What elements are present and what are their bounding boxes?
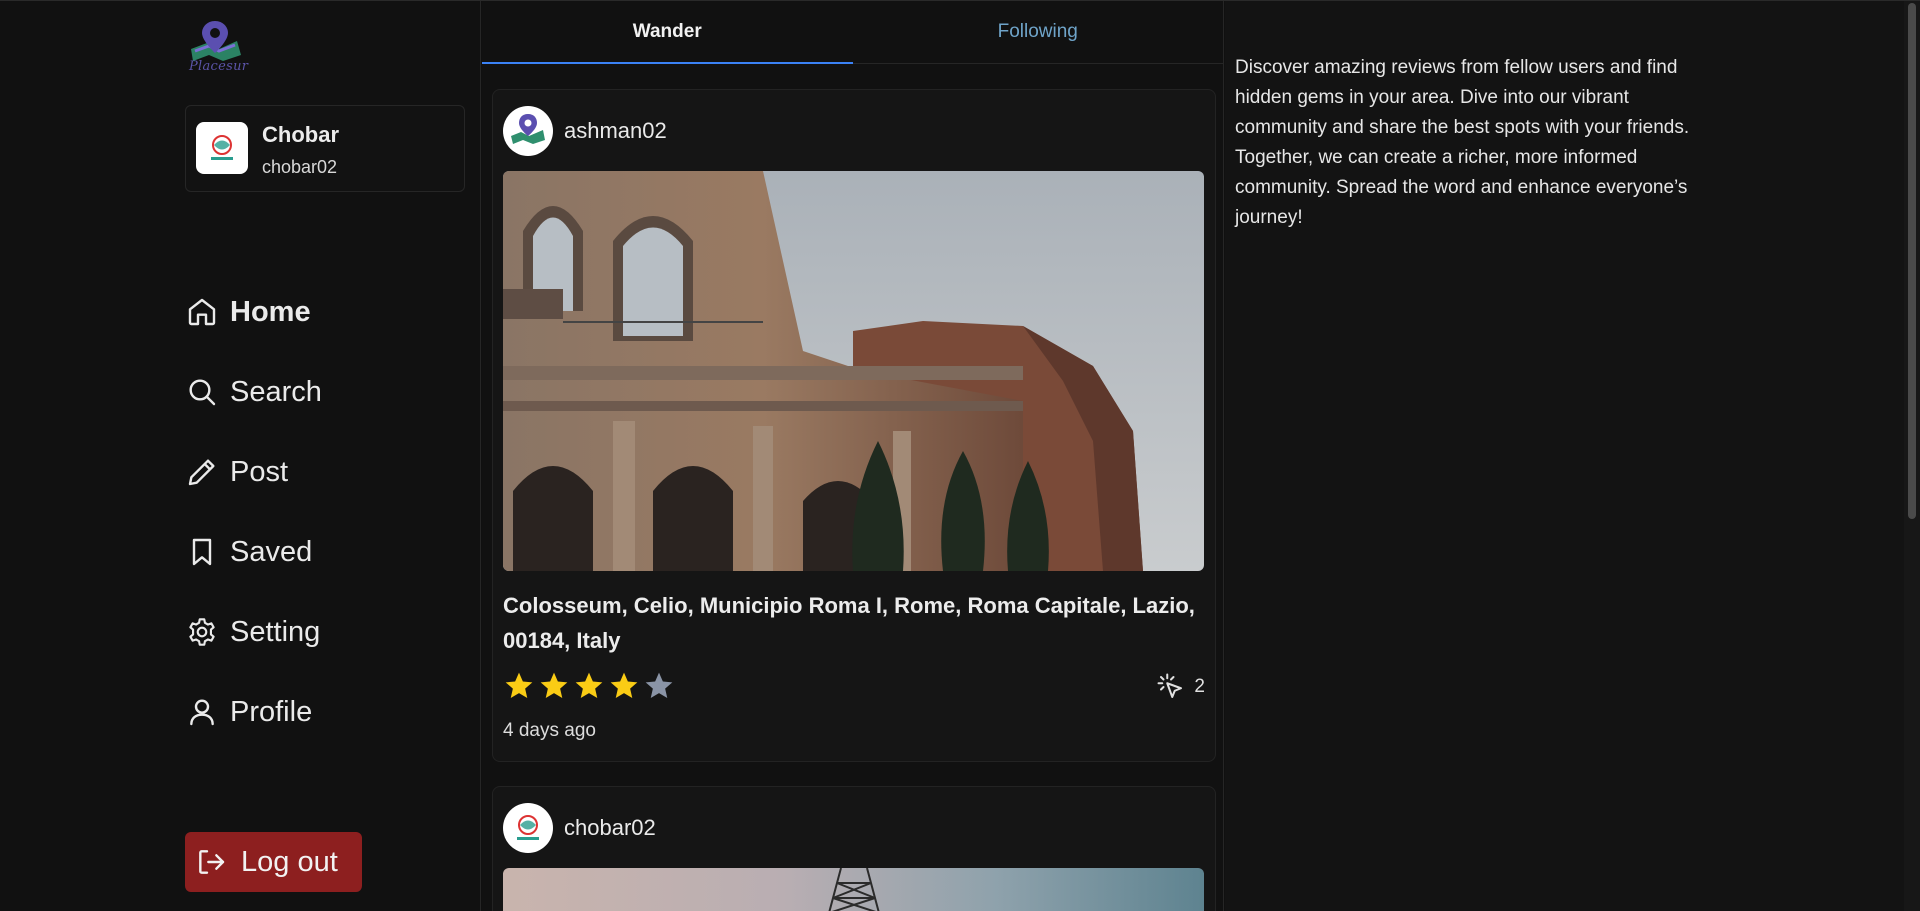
post-username[interactable]: ashman02 <box>564 118 667 144</box>
home-icon <box>185 295 219 329</box>
map-pin-logo-icon <box>191 21 241 61</box>
cursor-click-icon <box>1157 673 1183 698</box>
nav-item-profile[interactable]: Profile <box>185 688 465 736</box>
pencil-icon <box>185 455 219 489</box>
page-scrollbar[interactable] <box>1904 1 1920 911</box>
post-header: ashman02 <box>503 106 667 156</box>
nav-item-post[interactable]: Post <box>185 448 465 496</box>
rating-stars <box>503 670 678 702</box>
right-panel: Discover amazing reviews from fellow use… <box>1225 1 1904 911</box>
nav-item-search[interactable]: Search <box>185 368 465 416</box>
post-card[interactable]: ashman02 Colosseum, Celio, Municipio Rom… <box>492 89 1216 762</box>
post-image[interactable] <box>503 171 1204 571</box>
nav-item-home[interactable]: Home <box>185 288 465 336</box>
map-pin-logo-icon <box>511 114 545 144</box>
eiffel-tower-photo <box>828 868 880 911</box>
tab-wander[interactable]: Wander <box>482 1 853 64</box>
nav-label-setting: Setting <box>230 615 321 648</box>
colosseum-photo <box>503 171 1204 571</box>
nav-label-home: Home <box>230 295 311 328</box>
nav-label-profile: Profile <box>230 695 313 728</box>
logout-label: Log out <box>241 845 338 878</box>
community-description: Discover amazing reviews from fellow use… <box>1235 57 1690 228</box>
avatar[interactable] <box>503 106 553 156</box>
feed: Wander Following ashman02 Colosseum, Cel… <box>482 1 1224 911</box>
post-username[interactable]: chobar02 <box>564 815 656 841</box>
view-count-value: 2 <box>1194 676 1205 697</box>
main-nav: Home Search Post Saved Setting Profile <box>185 288 465 768</box>
avatar[interactable] <box>503 803 553 853</box>
sidebar: Placesur Chobar chobar02 Home Search Pos… <box>0 1 481 911</box>
logout-icon <box>195 845 229 879</box>
search-icon <box>185 375 219 409</box>
avatar-logo-icon <box>211 135 233 160</box>
post-card[interactable]: chobar02 <box>492 786 1216 911</box>
star-empty-icon <box>645 672 673 698</box>
nav-item-saved[interactable]: Saved <box>185 528 465 576</box>
post-timestamp: 4 days ago <box>503 720 596 741</box>
gear-icon <box>185 615 219 649</box>
avatar <box>196 122 248 174</box>
app-window: Placesur Chobar chobar02 Home Search Pos… <box>0 0 1920 911</box>
post-header: chobar02 <box>503 803 656 853</box>
nav-label-post: Post <box>230 455 289 488</box>
avatar-logo-icon <box>517 815 539 840</box>
bookmark-icon <box>185 535 219 569</box>
star-filled-icon <box>540 672 568 698</box>
post-image[interactable] <box>503 868 1204 911</box>
nav-item-setting[interactable]: Setting <box>185 608 465 656</box>
user-icon <box>185 695 219 729</box>
post-location: Colosseum, Celio, Municipio Roma I, Rome… <box>503 593 1195 653</box>
star-filled-icon <box>505 672 533 698</box>
nav-label-search: Search <box>230 375 322 408</box>
star-filled-icon <box>610 672 638 698</box>
user-name: Chobar <box>262 122 339 147</box>
scrollbar-thumb[interactable] <box>1908 3 1916 519</box>
star-filled-icon <box>575 672 603 698</box>
logout-button[interactable]: Log out <box>185 832 362 892</box>
user-handle: chobar02 <box>262 157 338 177</box>
logo-text: Placesur <box>189 59 249 74</box>
user-profile-card[interactable]: Chobar chobar02 <box>185 105 465 192</box>
nav-label-saved: Saved <box>230 535 313 568</box>
app-logo[interactable]: Placesur <box>185 19 251 79</box>
tab-following[interactable]: Following <box>853 1 1224 63</box>
feed-tabs: Wander Following <box>482 1 1223 64</box>
view-count: 2 <box>1156 672 1205 702</box>
